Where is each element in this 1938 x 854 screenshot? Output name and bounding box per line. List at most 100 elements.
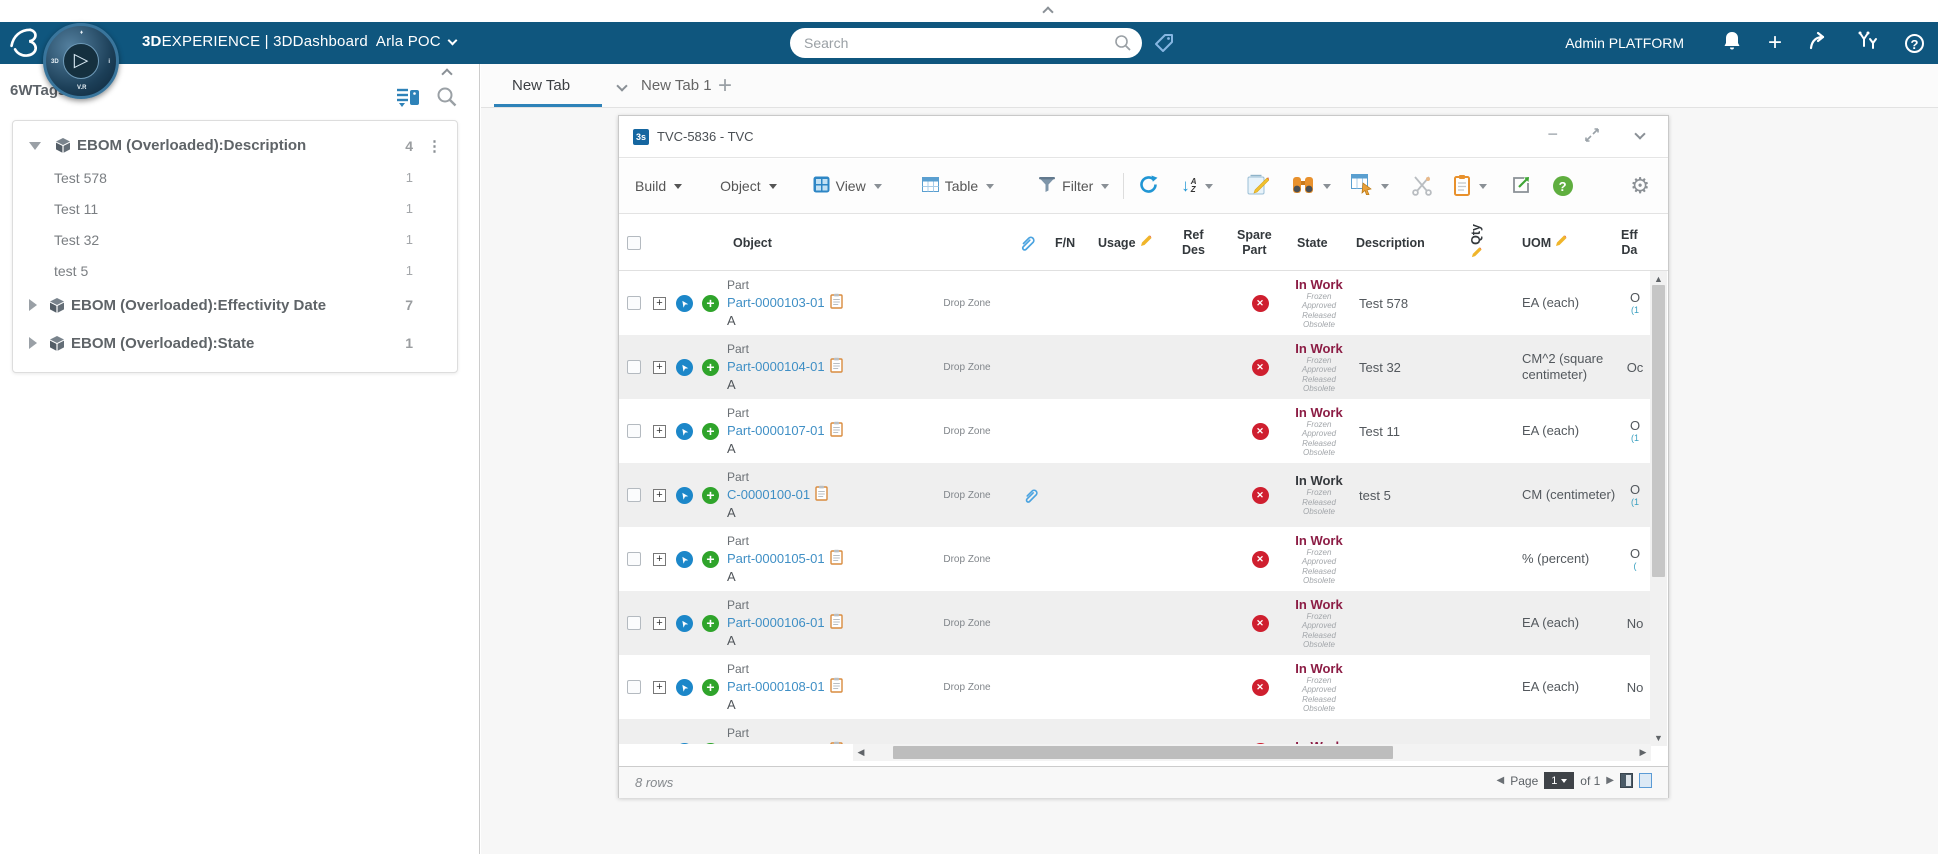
drop-zone[interactable]: Drop Zone (937, 719, 997, 744)
tag-item-label[interactable]: Test 32 (54, 232, 99, 248)
part-link[interactable]: Part-0000108-01 (727, 679, 825, 695)
tag-list-icon[interactable] (396, 86, 422, 115)
compass-west-label[interactable]: 3D (51, 59, 59, 65)
tag-item-row[interactable]: Test 111 (13, 193, 457, 224)
filter-button[interactable]: Filter (1038, 176, 1109, 196)
column-description[interactable]: Description (1356, 214, 1425, 271)
expand-row-icon[interactable]: + (653, 463, 666, 527)
dashboard-context[interactable]: Arla POC (376, 33, 441, 50)
notes-clipboard-icon[interactable] (830, 677, 843, 697)
refresh-icon[interactable] (1138, 174, 1159, 198)
scroll-down-arrow[interactable]: ▼ (1650, 730, 1667, 746)
part-link[interactable]: Part-0000104-01 (727, 359, 825, 375)
spare-part-flag-icon[interactable]: ✕ (1245, 463, 1275, 527)
navigate-structure-icon[interactable]: ➤ (676, 527, 693, 591)
row-checkbox[interactable] (627, 271, 641, 335)
table-menu-button[interactable]: Table (922, 177, 994, 195)
description-cell[interactable] (1359, 719, 1467, 744)
row-checkbox[interactable] (627, 399, 641, 463)
table-row[interactable]: +➤+PartPart-0000107-01ADrop Zone✕In Work… (619, 399, 1651, 463)
help-guide-icon[interactable]: ? (1553, 176, 1573, 196)
attachment-paperclip-icon[interactable] (1017, 463, 1043, 527)
notes-clipboard-icon[interactable] (830, 421, 843, 441)
expand-row-icon[interactable]: + (653, 527, 666, 591)
select-all-checkbox[interactable] (627, 214, 641, 271)
notes-clipboard-icon[interactable] (830, 549, 843, 569)
tag-group-row[interactable]: EBOM (Overloaded):Effectivity Date7 (13, 286, 457, 324)
tab-dropdown-icon[interactable] (616, 80, 627, 91)
table-row[interactable]: +➤+PartPart-0000104-01ADrop Zone✕In Work… (619, 335, 1651, 399)
expand-triangle-icon[interactable] (29, 337, 37, 349)
build-menu-button[interactable]: Build (635, 178, 682, 194)
tab-new-tab[interactable]: New Tab (494, 64, 602, 107)
description-cell[interactable]: Test 578 (1359, 271, 1467, 335)
sort-button[interactable]: ↓AZ (1181, 176, 1212, 196)
navigate-structure-icon[interactable]: ➤ (676, 655, 693, 719)
add-child-icon[interactable]: + (702, 527, 719, 591)
column-object[interactable]: Object (733, 214, 772, 271)
column-eff-date[interactable]: EffDa (1621, 214, 1638, 271)
add-child-icon[interactable]: + (702, 399, 719, 463)
collapse-topbar-icon[interactable] (1042, 6, 1053, 17)
compass-east[interactable]: i (108, 59, 110, 65)
part-link[interactable]: Part-0000107-01 (727, 423, 825, 439)
mass-edit-icon[interactable] (1247, 174, 1269, 199)
split-page-view-icon[interactable] (1639, 773, 1652, 788)
description-cell[interactable]: Test 32 (1359, 335, 1467, 399)
tag-item-label[interactable]: test 5 (54, 263, 88, 279)
tag-group-label[interactable]: EBOM (Overloaded):State (71, 335, 254, 352)
table-row[interactable]: +➤+PartPart-0000105-01ADrop Zone✕In Work… (619, 527, 1651, 591)
row-checkbox[interactable] (627, 463, 641, 527)
vscroll-thumb[interactable] (1652, 285, 1665, 577)
user-menu[interactable]: Admin PLATFORM (1565, 35, 1684, 51)
part-link[interactable]: C-0000100-01 (727, 487, 810, 503)
compass-south-label[interactable]: V.R (77, 85, 86, 91)
navigate-structure-icon[interactable]: ➤ (676, 335, 693, 399)
tag-group-row[interactable]: EBOM (Overloaded):Description4⋮ (13, 129, 457, 162)
compass-north[interactable]: ♦ (80, 30, 83, 36)
drop-zone[interactable]: Drop Zone (937, 527, 997, 591)
spare-part-flag-icon[interactable]: ✕ (1245, 399, 1275, 463)
view-menu-button[interactable]: View (813, 176, 882, 196)
widget-maximize-icon[interactable] (1584, 127, 1600, 148)
column-uom[interactable]: UOM (1522, 214, 1567, 271)
add-child-icon[interactable]: + (702, 591, 719, 655)
drop-zone[interactable]: Drop Zone (937, 271, 997, 335)
row-checkbox[interactable] (627, 527, 641, 591)
add-child-icon[interactable]: + (702, 463, 719, 527)
vertical-scrollbar[interactable]: ▲ ▼ (1650, 271, 1667, 746)
notes-clipboard-icon[interactable] (815, 485, 828, 505)
part-link[interactable]: Part-0000109-01 (727, 743, 825, 745)
sidebar-collapse-icon[interactable] (441, 68, 452, 79)
help-icon[interactable]: ? (1905, 34, 1924, 53)
tag-item-label[interactable]: Test 11 (54, 201, 98, 217)
drop-zone[interactable]: Drop Zone (937, 399, 997, 463)
part-link[interactable]: Part-0000103-01 (727, 295, 825, 311)
tag-group-label[interactable]: EBOM (Overloaded):Description (77, 137, 306, 154)
part-link[interactable]: Part-0000105-01 (727, 551, 825, 567)
description-cell[interactable] (1359, 527, 1467, 591)
expand-row-icon[interactable]: + (653, 655, 666, 719)
people-community-icon[interactable] (1856, 30, 1879, 56)
sidebar-search-icon[interactable] (436, 86, 458, 113)
add-child-icon[interactable]: + (702, 655, 719, 719)
clipboard-button[interactable] (1453, 174, 1487, 199)
collapse-triangle-icon[interactable] (29, 142, 41, 150)
spare-part-flag-icon[interactable]: ✕ (1245, 655, 1275, 719)
expand-triangle-icon[interactable] (29, 299, 37, 311)
drop-zone[interactable]: Drop Zone (937, 591, 997, 655)
widget-minimize-icon[interactable]: − (1547, 124, 1558, 145)
navigate-structure-icon[interactable]: ➤ (676, 591, 693, 655)
spare-part-flag-icon[interactable]: ✕ (1245, 719, 1275, 744)
export-icon[interactable] (1511, 175, 1531, 198)
notes-clipboard-icon[interactable] (830, 741, 843, 745)
table-row[interactable]: +➤+PartPart-0000103-01ADrop Zone✕In Work… (619, 271, 1651, 335)
navigate-structure-icon[interactable]: ➤ (676, 399, 693, 463)
expand-row-icon[interactable]: + (653, 399, 666, 463)
table-row[interactable]: +➤+PartPart-0000106-01ADrop Zone✕In Work… (619, 591, 1651, 655)
tag-item-row[interactable]: Test 321 (13, 224, 457, 255)
prev-page-arrow[interactable]: ◀ (1497, 775, 1505, 786)
navigate-structure-icon[interactable]: ➤ (676, 271, 693, 335)
notifications-bell-icon[interactable] (1722, 30, 1742, 57)
expand-row-icon[interactable]: + (653, 335, 666, 399)
